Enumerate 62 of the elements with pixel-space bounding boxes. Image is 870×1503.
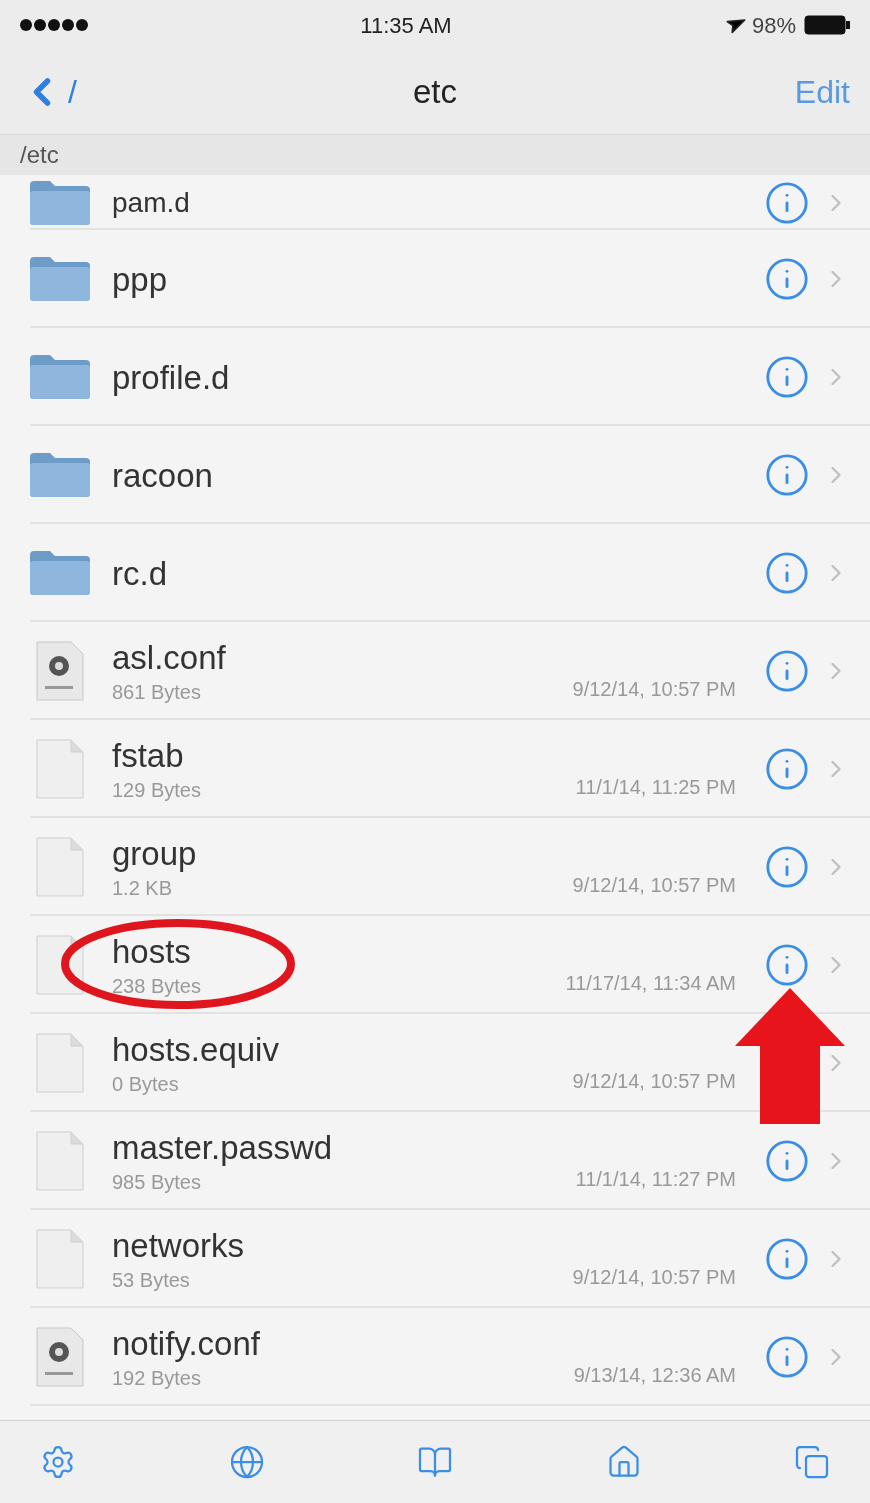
info-button[interactable] [764, 256, 810, 302]
file-size: 985 Bytes [112, 1171, 202, 1192]
file-size: 238 Bytes [112, 975, 202, 996]
info-button[interactable] [764, 942, 810, 988]
file-name: networks [112, 1228, 246, 1262]
document-icon [35, 1130, 85, 1192]
clock: 11:35 AM [359, 11, 453, 40]
folder-icon [30, 180, 90, 225]
file-date: 9/12/14, 10:57 PM [572, 677, 736, 702]
file-date: 9/12/14, 10:57 PM [572, 1069, 736, 1094]
document-icon [35, 836, 85, 898]
path-label: /etc [20, 140, 59, 170]
file-name: profile.d [112, 360, 231, 394]
file-size: 0 Bytes [112, 1073, 180, 1094]
file-date: 9/12/14, 10:57 PM [572, 873, 736, 898]
file-date: 11/1/14, 11:27 PM [575, 1167, 736, 1192]
file-name: rc.d [112, 556, 168, 590]
file-name: fstab [112, 738, 185, 772]
info-button[interactable] [764, 452, 810, 498]
file-name: asl.conf [112, 640, 227, 674]
file-name: master.passwd [112, 1130, 334, 1164]
file-size: 129 Bytes [112, 779, 202, 800]
file-name: group [112, 836, 198, 870]
info-button[interactable] [764, 179, 810, 226]
file-date: 9/13/14, 12:36 AM [573, 1363, 736, 1388]
globe-button[interactable] [228, 1444, 265, 1480]
windows-button[interactable] [794, 1444, 830, 1480]
settings-button[interactable] [40, 1444, 76, 1480]
file-size: 192 Bytes [112, 1367, 202, 1388]
info-button[interactable] [764, 1334, 810, 1380]
document-icon [35, 738, 85, 800]
battery-icon [804, 15, 850, 35]
file-name: notify.conf [112, 1326, 261, 1360]
document-icon [35, 1032, 85, 1094]
info-button[interactable] [764, 746, 810, 792]
file-name: hosts.equiv [112, 1032, 280, 1066]
file-name: ppp [112, 262, 169, 296]
folder-icon [30, 551, 90, 595]
file-name: pam.d [112, 188, 191, 217]
folder-icon [30, 453, 90, 497]
info-button[interactable] [764, 550, 810, 596]
document-icon [35, 1228, 85, 1290]
info-button[interactable] [764, 354, 810, 400]
info-button[interactable] [764, 648, 810, 694]
config-file-icon [35, 1326, 85, 1388]
info-button[interactable] [764, 1236, 810, 1282]
file-size: 861 Bytes [112, 681, 202, 702]
file-name: hosts [112, 934, 192, 968]
file-size: 53 Bytes [112, 1269, 191, 1290]
folder-icon [30, 257, 90, 301]
file-size: 1.2 KB [112, 877, 174, 898]
file-name: racoon [112, 458, 214, 492]
file-date: 11/17/14, 11:34 AM [565, 971, 736, 996]
file-date: 11/1/14, 11:25 PM [575, 775, 736, 800]
info-button[interactable] [764, 1138, 810, 1184]
info-button[interactable] [764, 844, 810, 890]
signal-icon [20, 19, 88, 31]
battery-percent: 98% [751, 11, 796, 40]
nav-title: etc [412, 72, 458, 113]
folder-icon [30, 355, 90, 399]
file-date: 9/12/14, 10:57 PM [572, 1265, 736, 1290]
config-file-icon [35, 640, 85, 702]
